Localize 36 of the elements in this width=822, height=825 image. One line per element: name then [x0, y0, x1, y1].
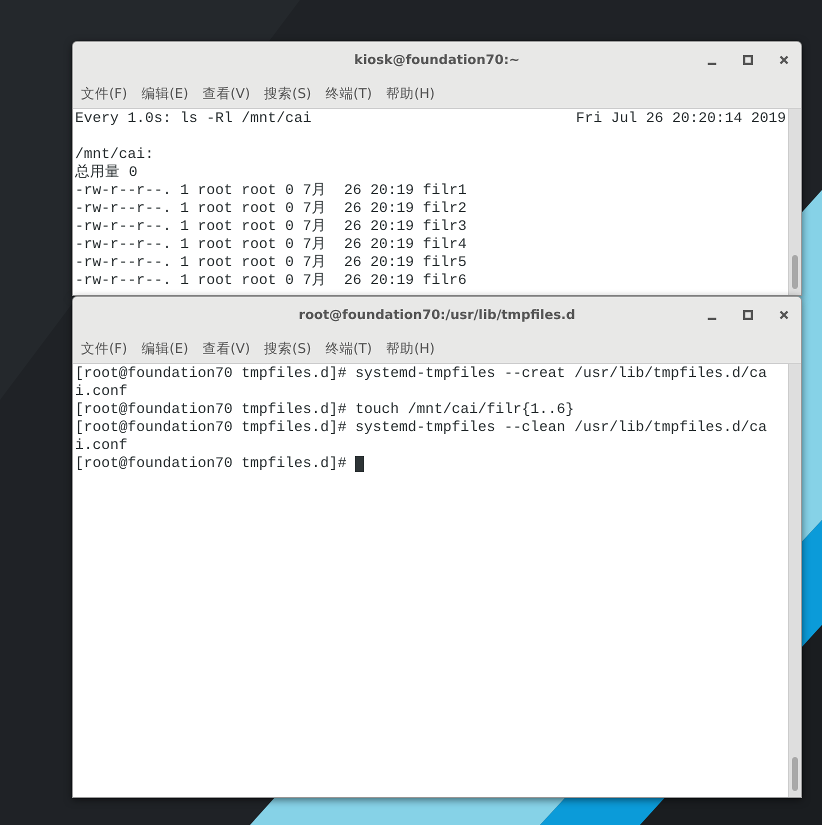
menu-item[interactable]: 文件(F)	[81, 84, 128, 102]
menu-item[interactable]: 编辑(E)	[141, 340, 188, 358]
terminal-line: 总用量 0	[75, 164, 138, 182]
terminal-line: i.conf	[75, 437, 128, 455]
menu-item[interactable]: 终端(T)	[325, 340, 372, 358]
scrollbar[interactable]	[788, 109, 801, 295]
terminal-line: -rw-r--r--. 1 root root 0 7月 26 20:19 filr6	[75, 272, 467, 290]
window-title: kiosk@foundation70:~	[354, 53, 520, 68]
terminal-line: /mnt/cai:	[75, 146, 154, 164]
close-icon[interactable]	[777, 308, 791, 322]
terminal-line: -rw-r--r--. 1 root root 0 7月 26 20:19 filr4	[75, 236, 467, 254]
terminal-line: i.conf	[75, 383, 128, 401]
terminal-line: Every 1.0s: ls -Rl /mnt/cai	[75, 110, 312, 128]
terminal-line: [root@foundation70 tmpfiles.d]# systemd-tmpfiles --creat /usr/lib/tmpfiles.d/ca	[75, 365, 767, 383]
terminal-line: [root@foundation70 tmpfiles.d]# touch /mnt/cai/filr{1..6}	[75, 401, 574, 419]
terminal-line: -rw-r--r--. 1 root root 0 7月 26 20:19 filr5	[75, 254, 467, 272]
menu-item[interactable]: 搜索(S)	[264, 340, 312, 358]
menu-item[interactable]: 帮助(H)	[386, 84, 435, 102]
terminal-line: -rw-r--r--. 1 root root 0 7月 26 20:19 filr1	[75, 182, 467, 200]
terminal-line: [root@foundation70 tmpfiles.d]# systemd-tmpfiles --clean /usr/lib/tmpfiles.d/ca	[75, 419, 767, 437]
menu-item[interactable]: 编辑(E)	[141, 84, 188, 102]
menu-item[interactable]: 终端(T)	[325, 84, 372, 102]
window-title: root@foundation70:/usr/lib/tmpfiles.d	[298, 308, 576, 323]
terminal-clock: Fri Jul 26 20:20:14 2019	[576, 110, 786, 128]
close-icon[interactable]	[777, 53, 791, 67]
menu-item[interactable]: 搜索(S)	[264, 84, 312, 102]
scrollbar[interactable]	[788, 364, 801, 797]
menu-item[interactable]: 文件(F)	[81, 340, 128, 358]
menu-item[interactable]: 查看(V)	[202, 340, 250, 358]
terminal-line: [root@foundation70 tmpfiles.d]#	[75, 455, 348, 473]
maximize-icon[interactable]	[741, 53, 755, 67]
maximize-icon[interactable]	[741, 308, 755, 322]
terminal-line: -rw-r--r--. 1 root root 0 7月 26 20:19 filr3	[75, 218, 467, 236]
menu-item[interactable]: 查看(V)	[202, 84, 250, 102]
menu-item[interactable]: 帮助(H)	[386, 340, 435, 358]
terminal-line: -rw-r--r--. 1 root root 0 7月 26 20:19 filr2	[75, 200, 467, 218]
